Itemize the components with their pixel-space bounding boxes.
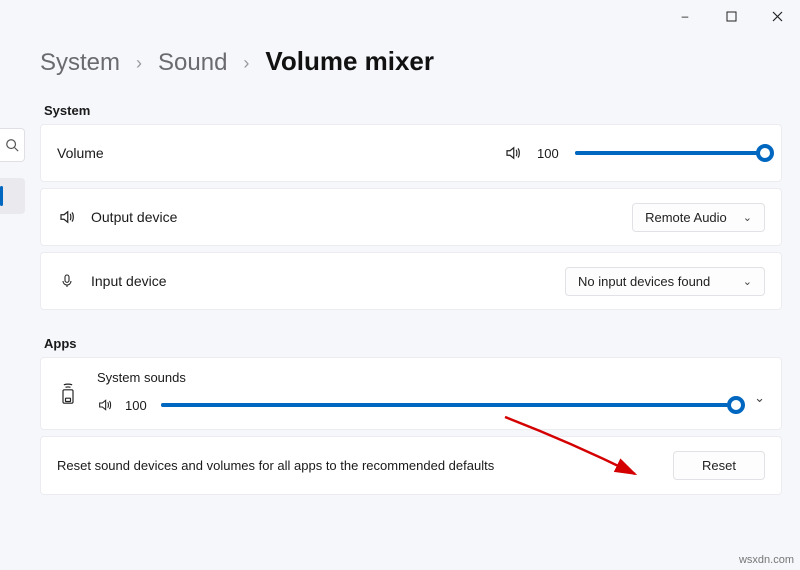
- reset-button[interactable]: Reset: [673, 451, 765, 480]
- app-volume-slider[interactable]: [161, 395, 736, 415]
- breadcrumb-sound[interactable]: Sound: [158, 49, 227, 77]
- section-label-system: System: [44, 103, 782, 118]
- close-icon: [772, 11, 783, 22]
- search-box-edge[interactable]: [0, 128, 25, 162]
- input-device-select[interactable]: No input devices found ⌄: [565, 267, 765, 296]
- output-device-label: Output device: [91, 209, 177, 225]
- volume-card: Volume 100: [40, 124, 782, 182]
- speaker-icon[interactable]: [503, 144, 523, 162]
- output-device-card: Output device Remote Audio ⌄: [40, 188, 782, 246]
- app-title: System sounds: [97, 370, 736, 385]
- expand-button[interactable]: ⌄: [754, 390, 765, 406]
- output-device-value: Remote Audio: [645, 210, 727, 225]
- output-device-select[interactable]: Remote Audio ⌄: [632, 203, 765, 232]
- speaker-icon[interactable]: [97, 397, 113, 413]
- watermark: wsxdn.com: [739, 554, 794, 566]
- system-sounds-icon: [57, 380, 79, 408]
- breadcrumb: System › Sound › Volume mixer: [40, 46, 782, 77]
- microphone-icon: [57, 272, 77, 290]
- chevron-right-icon: ›: [243, 53, 249, 74]
- volume-value: 100: [537, 146, 561, 161]
- page-title: Volume mixer: [265, 46, 434, 77]
- volume-slider[interactable]: [575, 143, 765, 163]
- input-device-card: Input device No input devices found ⌄: [40, 252, 782, 310]
- chevron-right-icon: ›: [136, 53, 142, 74]
- speaker-icon: [57, 208, 77, 226]
- window-controls: –: [662, 0, 800, 32]
- minimize-button[interactable]: –: [662, 0, 708, 32]
- app-volume-system-sounds: System sounds 100 ⌄: [40, 357, 782, 430]
- chevron-down-icon: ⌄: [743, 211, 752, 224]
- maximize-icon: [726, 11, 737, 22]
- chevron-down-icon: ⌄: [754, 390, 765, 405]
- search-icon: [5, 138, 19, 152]
- reset-description: Reset sound devices and volumes for all …: [57, 458, 494, 473]
- reset-card: Reset sound devices and volumes for all …: [40, 436, 782, 495]
- breadcrumb-system[interactable]: System: [40, 49, 120, 77]
- section-label-apps: Apps: [44, 336, 782, 351]
- input-device-value: No input devices found: [578, 274, 710, 289]
- nav-item-system-edge[interactable]: [0, 178, 25, 214]
- maximize-button[interactable]: [708, 0, 754, 32]
- close-button[interactable]: [754, 0, 800, 32]
- volume-label: Volume: [57, 145, 104, 161]
- input-device-label: Input device: [91, 273, 167, 289]
- chevron-down-icon: ⌄: [743, 275, 752, 288]
- app-volume-value: 100: [125, 398, 149, 413]
